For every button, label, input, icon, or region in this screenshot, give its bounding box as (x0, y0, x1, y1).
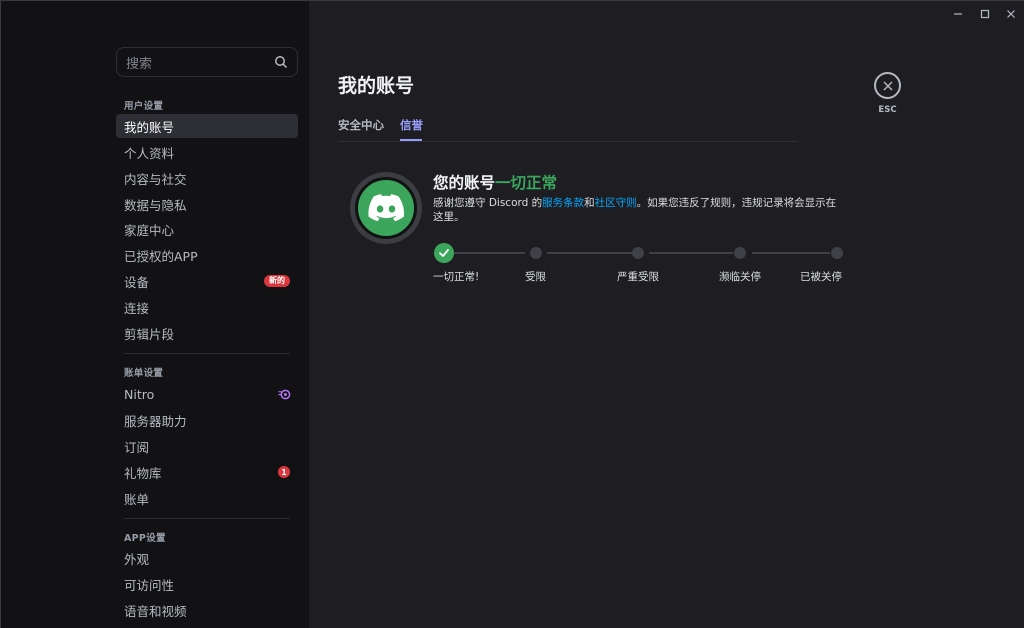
progress-track (547, 252, 632, 254)
sidebar-item-appearance[interactable]: 外观 (116, 546, 298, 570)
section-header-user-settings: 用户设置 (124, 101, 164, 112)
account-avatar (350, 172, 422, 244)
sidebar-item-label: 语音和视频 (124, 603, 187, 619)
step-dot (530, 247, 542, 259)
step-label: 濒临关停 (719, 271, 761, 283)
active-tab-indicator (400, 139, 422, 141)
sidebar-item-label: 剪辑片段 (124, 326, 175, 342)
maximize-button[interactable] (974, 5, 996, 23)
sidebar-item-label: 外观 (124, 551, 150, 567)
sidebar-item-label: 礼物库 (124, 465, 162, 481)
page-title: 我的账号 (338, 75, 415, 97)
sidebar-item-label: 服务器助力 (124, 413, 187, 429)
step-label: 一切正常! (433, 271, 480, 283)
sidebar-item-label: 家庭中心 (124, 222, 175, 238)
sidebar-item-content-social[interactable]: 内容与社交 (116, 166, 298, 190)
new-badge: 新的 (264, 275, 290, 287)
desc-text: 和 (584, 197, 595, 209)
close-settings-button[interactable] (874, 72, 901, 99)
minimize-button[interactable] (947, 5, 969, 23)
sidebar-item-voice-video[interactable]: 语音和视频 (116, 598, 298, 622)
close-icon (1007, 10, 1015, 18)
tab-security-center[interactable]: 安全中心 (338, 117, 384, 133)
standing-title-prefix: 您的账号 (433, 174, 496, 192)
sidebar-divider (124, 518, 290, 519)
sidebar-item-label: 账单 (124, 491, 150, 507)
community-guidelines-link[interactable]: 社区守则 (595, 197, 637, 209)
progress-track (454, 252, 525, 254)
sidebar-item-accessibility[interactable]: 可访问性 (116, 572, 298, 596)
minimize-icon (954, 13, 962, 15)
desc-text: 感谢您遵守 Discord 的 (433, 197, 543, 209)
sidebar-item-label: 数据与隐私 (124, 197, 187, 213)
close-icon (882, 80, 893, 91)
step-dot (831, 247, 843, 259)
search-icon (275, 56, 288, 69)
sidebar-item-billing[interactable]: 账单 (116, 486, 298, 510)
search-placeholder: 搜索 (126, 56, 153, 72)
standing-description: 感谢您遵守 Discord 的服务条款和社区守则。如果您违反了规则，违规记录将会… (433, 196, 843, 224)
standing-title: 您的账号一切正常 (433, 171, 557, 193)
sidebar-item-data-privacy[interactable]: 数据与隐私 (116, 192, 298, 216)
discord-logo-icon (368, 194, 404, 222)
standing-status: 一切正常 (495, 174, 558, 192)
window-close-button[interactable] (1000, 5, 1022, 23)
sidebar-item-label: 连接 (124, 300, 150, 316)
nitro-icon (278, 389, 291, 400)
step-label: 已被关停 (800, 271, 842, 283)
sidebar-item-nitro[interactable]: Nitro (116, 382, 298, 406)
tab-standing[interactable]: 信誉 (400, 117, 423, 133)
sidebar-item-clips[interactable]: 剪辑片段 (116, 321, 298, 345)
step-label: 受限 (525, 271, 546, 283)
section-header-billing-settings: 账单设置 (124, 368, 164, 379)
checkmark-icon (439, 249, 449, 257)
sidebar-item-label: 订阅 (124, 439, 150, 455)
step-label: 严重受限 (617, 271, 659, 283)
count-badge: 1 (278, 466, 290, 478)
sidebar-item-authorized-apps[interactable]: 已授权的APP (116, 243, 298, 267)
sidebar-item-label: 已授权的APP (124, 248, 198, 264)
progress-track (752, 252, 830, 254)
step-current-check (434, 243, 454, 263)
esc-label: ESC (878, 105, 897, 115)
progress-track (649, 252, 733, 254)
sidebar-item-label: 我的账号 (124, 119, 175, 135)
step-dot (632, 247, 644, 259)
sidebar-item-my-account[interactable]: 我的账号 (116, 114, 298, 138)
sidebar-item-label: 可访问性 (124, 577, 175, 593)
main-content (309, 1, 1024, 628)
sidebar-divider (124, 353, 290, 354)
sidebar-item-subscriptions[interactable]: 订阅 (116, 434, 298, 458)
step-dot (734, 247, 746, 259)
sidebar-item-profile[interactable]: 个人资料 (116, 140, 298, 164)
section-header-app-settings: APP设置 (124, 533, 166, 544)
sidebar-item-label: Nitro (124, 386, 155, 402)
tab-divider (338, 141, 798, 142)
search-input[interactable]: 搜索 (116, 47, 298, 77)
sidebar-item-connections[interactable]: 连接 (116, 295, 298, 319)
maximize-icon (980, 9, 990, 19)
sidebar-item-label: 内容与社交 (124, 171, 187, 187)
sidebar-item-gift-inventory[interactable]: 礼物库 1 (116, 460, 298, 484)
sidebar-item-label: 个人资料 (124, 145, 175, 161)
sidebar-item-family-center[interactable]: 家庭中心 (116, 217, 298, 241)
sidebar-item-server-boost[interactable]: 服务器助力 (116, 408, 298, 432)
sidebar-item-devices[interactable]: 设备 新的 (116, 269, 298, 293)
terms-of-service-link[interactable]: 服务条款 (542, 197, 584, 209)
app-window: 搜索 用户设置 我的账号 个人资料 内容与社交 数据与隐私 家庭中心 已授权的A… (0, 0, 1024, 628)
